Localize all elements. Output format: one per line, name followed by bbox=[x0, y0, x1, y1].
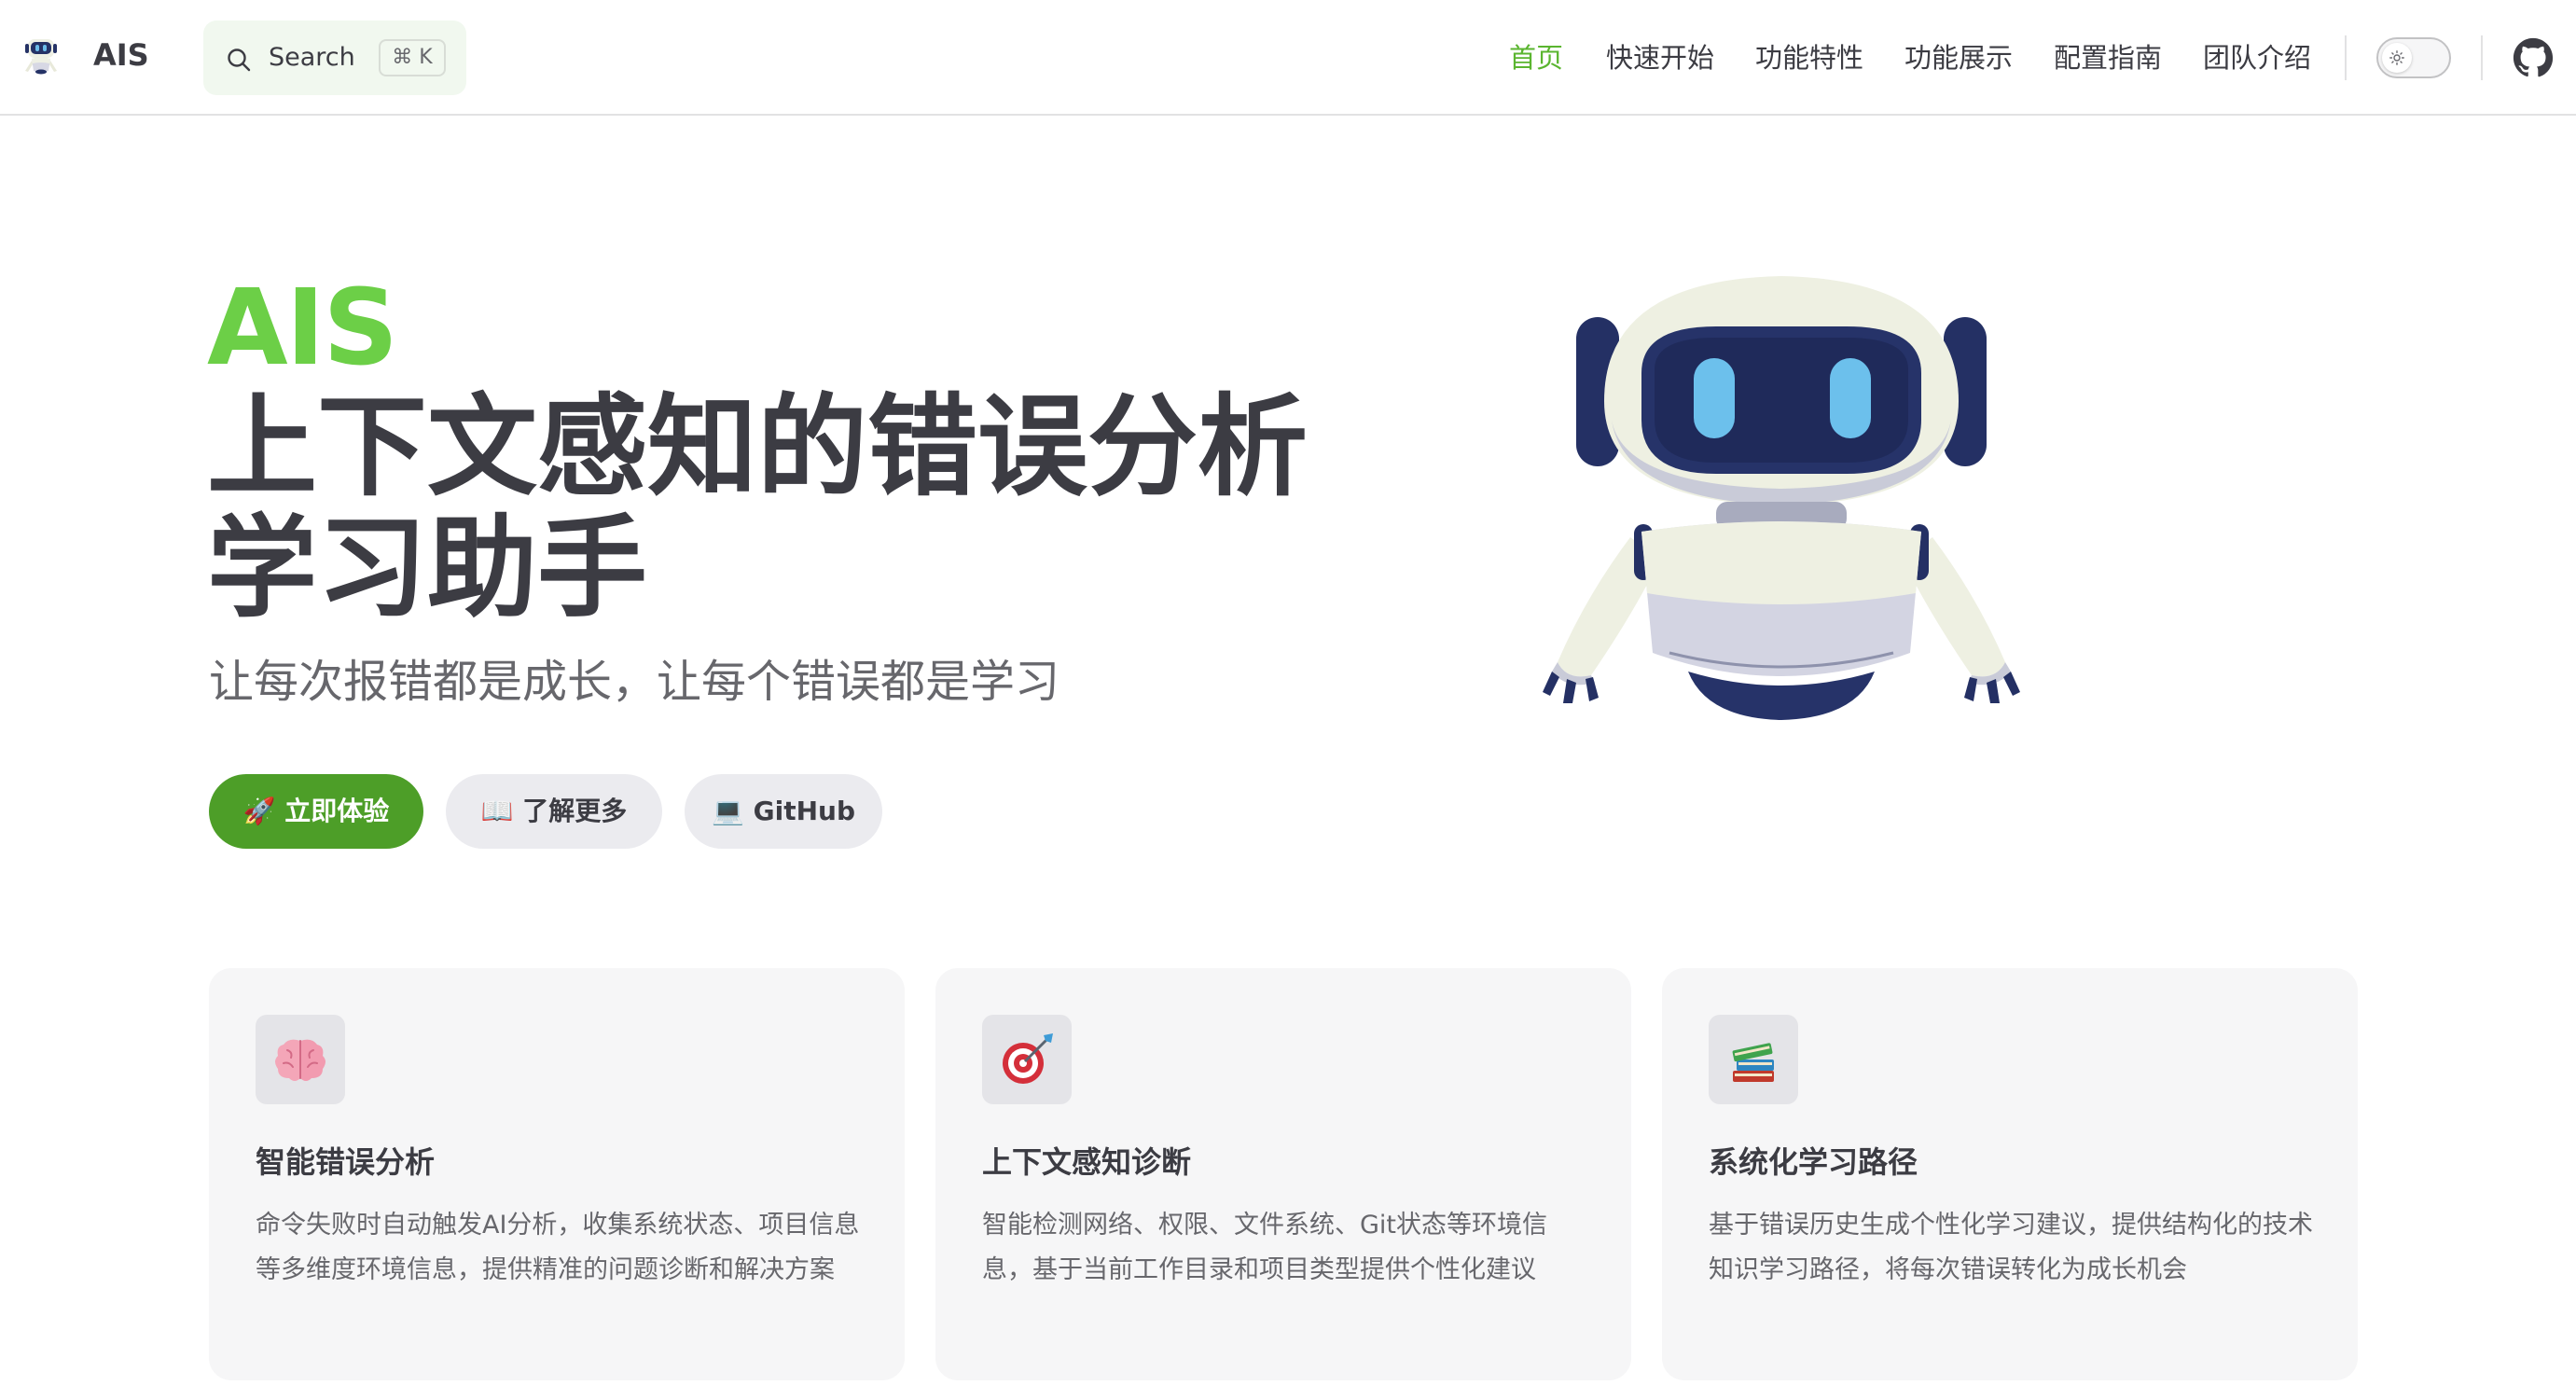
hero-title-line2: 学习助手 bbox=[207, 504, 648, 632]
nav-link-features[interactable]: 功能特性 bbox=[1755, 37, 1863, 78]
nav-link-team[interactable]: 团队介绍 bbox=[2203, 37, 2311, 78]
hero-title-line1: 上下文感知的错误分析 bbox=[207, 382, 1309, 511]
learn-more-button[interactable]: 📖 了解更多 bbox=[446, 774, 662, 849]
feature-title: 智能错误分析 bbox=[256, 1144, 436, 1180]
nav-link-showcase[interactable]: 功能展示 bbox=[1904, 37, 2013, 78]
github-button[interactable]: 💻 GitHub bbox=[685, 774, 882, 849]
brain-icon bbox=[275, 1039, 325, 1081]
search-button[interactable]: Search ⌘ K bbox=[203, 21, 466, 95]
brand-link[interactable]: AIS bbox=[19, 34, 149, 78]
feature-description: 基于错误历史生成个性化学习建议，提供结构化的技术知识学习路径，将每次错误转化为成… bbox=[1709, 1211, 2313, 1284]
nav-divider bbox=[2345, 35, 2347, 80]
search-shortcut-hint: ⌘ K bbox=[379, 39, 446, 76]
robot-mascot-image bbox=[1543, 276, 2020, 720]
nav-divider bbox=[2481, 35, 2483, 80]
feature-card: 智能错误分析 命令失败时自动触发AI分析，收集系统状态、项目信息等多维度环境信息… bbox=[209, 968, 905, 1380]
top-navbar: AIS Search ⌘ K 首页 快速开始 功能特性 功能展示 配置指南 团队… bbox=[0, 0, 2576, 116]
feature-icon-box bbox=[256, 1015, 345, 1104]
target-icon bbox=[1003, 1033, 1053, 1084]
search-icon bbox=[228, 48, 251, 72]
feature-card: 系统化学习路径 基于错误历史生成个性化学习建议，提供结构化的技术知识学习路径，将… bbox=[1662, 968, 2358, 1380]
sun-icon bbox=[2389, 50, 2404, 65]
theme-toggle-knob bbox=[2382, 43, 2412, 73]
hero-brand-name: AIS bbox=[207, 268, 398, 389]
books-icon bbox=[1732, 1043, 1774, 1082]
feature-title: 系统化学习路径 bbox=[1709, 1144, 1918, 1180]
try-now-button[interactable]: 🚀 立即体验 bbox=[209, 774, 423, 849]
feature-description: 命令失败时自动触发AI分析，收集系统状态、项目信息等多维度环境信息，提供精准的问… bbox=[256, 1211, 860, 1284]
nav-link-home[interactable]: 首页 bbox=[1509, 37, 1563, 78]
nav-link-config-guide[interactable]: 配置指南 bbox=[2054, 37, 2162, 78]
github-icon[interactable] bbox=[2513, 37, 2554, 78]
theme-toggle[interactable] bbox=[2376, 37, 2451, 78]
brand-name: AIS bbox=[93, 37, 149, 73]
hero-tagline: 让每次报错都是成长，让每个错误都是学习 bbox=[209, 656, 1060, 708]
feature-description: 智能检测网络、权限、文件系统、Git状态等环境信息，基于当前工作目录和项目类型提… bbox=[982, 1211, 1548, 1284]
feature-icon-box bbox=[982, 1015, 1072, 1104]
feature-card: 上下文感知诊断 智能检测网络、权限、文件系统、Git状态等环境信息，基于当前工作… bbox=[935, 968, 1631, 1380]
feature-title: 上下文感知诊断 bbox=[982, 1144, 1192, 1180]
search-label: Search bbox=[269, 43, 355, 72]
robot-logo-icon bbox=[25, 39, 57, 75]
feature-icon-box bbox=[1709, 1015, 1798, 1104]
nav-link-quickstart[interactable]: 快速开始 bbox=[1606, 37, 1714, 78]
